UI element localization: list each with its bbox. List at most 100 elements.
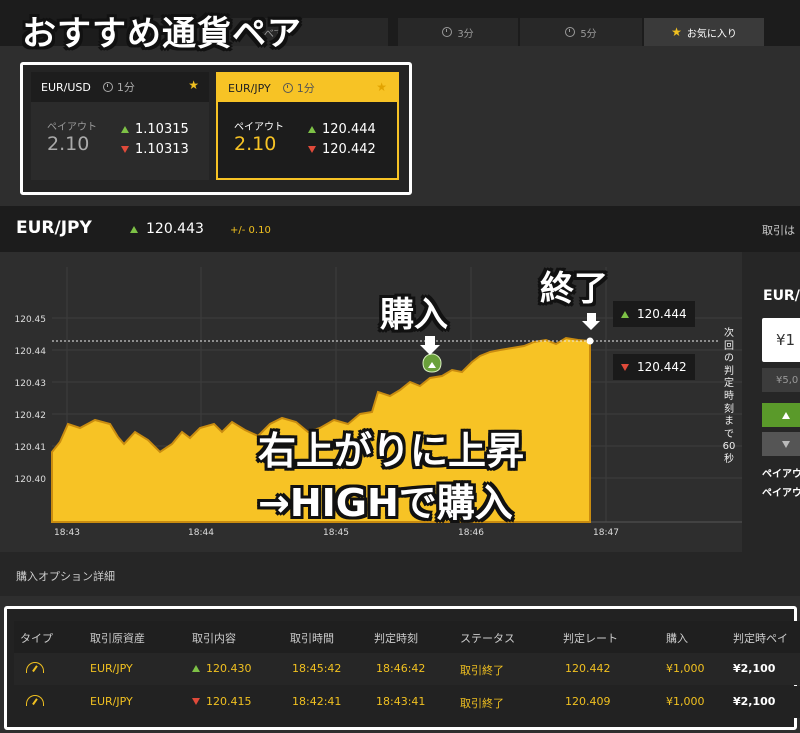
x-tick-label: 18:43 xyxy=(54,528,80,538)
payout-value: 2.10 xyxy=(234,133,277,155)
x-tick-label: 18:46 xyxy=(458,528,484,538)
row-judge-rate: 120.442 xyxy=(565,662,611,675)
row-purchase: ¥1,000 xyxy=(666,662,705,675)
pair-card-eurusd[interactable]: EUR/USD 1分 ★ ペイアウト 2.10 1.10315 1.10313 xyxy=(31,72,209,180)
payout-label: ペイアウト xyxy=(47,122,97,133)
low-button[interactable] xyxy=(762,432,800,456)
current-price-dot xyxy=(586,337,594,345)
col-purchase: 購入 xyxy=(666,632,688,645)
rate-low: 1.10313 xyxy=(135,142,189,157)
y-tick-label: 120.40 xyxy=(15,475,47,485)
tab-3min[interactable]: 3分 xyxy=(398,18,518,46)
star-icon[interactable]: ★ xyxy=(188,78,199,92)
annotation-end: 終了 xyxy=(540,269,608,309)
tab-label: 3分 xyxy=(457,28,474,40)
col-judge-rate: 判定レート xyxy=(563,632,618,645)
row-content-value: 120.430 xyxy=(206,662,252,675)
payout-value: 2.10 xyxy=(47,133,90,155)
col-status: ステータス xyxy=(460,632,515,645)
bid-rate-box: 120.442 xyxy=(613,354,695,380)
row-purchase: ¥1,000 xyxy=(666,695,705,708)
y-tick-label: 120.41 xyxy=(15,443,47,453)
clock-icon xyxy=(282,83,293,93)
current-pair: EUR/JPY xyxy=(16,218,92,238)
row-asset: EUR/JPY xyxy=(90,662,133,675)
col-asset: 取引原資産 xyxy=(90,632,145,645)
down-arrow-icon xyxy=(782,440,790,448)
bid-rate: 120.442 xyxy=(637,360,687,374)
up-arrow-icon xyxy=(782,411,790,419)
up-arrow-icon xyxy=(621,310,629,318)
buy-marker xyxy=(422,353,442,373)
high-button[interactable] xyxy=(762,403,800,427)
y-tick-label: 120.43 xyxy=(15,379,47,389)
rate-high: 1.10315 xyxy=(135,122,189,137)
up-arrow-icon xyxy=(121,126,129,133)
clock-icon xyxy=(565,27,576,37)
row-judge-rate: 120.409 xyxy=(565,695,611,708)
row-payout: ¥2,100 xyxy=(733,662,776,675)
payout-label: ペイアウ xyxy=(762,488,800,499)
rate-high: 120.444 xyxy=(322,122,376,137)
up-arrow-icon xyxy=(192,665,200,672)
annotation-buy: 購入 xyxy=(380,295,448,335)
down-arrow-icon xyxy=(308,146,316,153)
gauge-icon xyxy=(26,695,44,706)
current-rate: 120.443 xyxy=(130,221,204,237)
x-tick-label: 18:45 xyxy=(323,528,349,538)
pair-card-header: EUR/JPY 1分 ★ xyxy=(218,74,397,102)
star-icon: ★ xyxy=(671,25,682,39)
pair-name: EUR/JPY xyxy=(228,81,271,95)
ask-rate-box: 120.444 xyxy=(613,301,695,327)
pair-card-header: EUR/USD 1分 ★ xyxy=(31,72,209,102)
row-content: 120.430 xyxy=(192,662,252,675)
clock-icon xyxy=(102,82,113,92)
up-arrow-icon xyxy=(130,225,138,233)
col-type: タイプ xyxy=(20,632,53,645)
y-tick-label: 120.45 xyxy=(15,315,47,325)
row-judge-time: 18:43:41 xyxy=(376,695,426,708)
row-content-value: 120.415 xyxy=(206,695,252,708)
pair-name: EUR/USD xyxy=(41,80,91,94)
arrow-down-icon xyxy=(420,345,440,355)
details-bar xyxy=(0,552,800,596)
trading-info-label: 取引は xyxy=(762,224,795,237)
pair-time: 1分 xyxy=(296,82,315,95)
x-tick-label: 18:44 xyxy=(188,528,214,538)
row-trade-time: 18:42:41 xyxy=(292,695,342,708)
rate-low: 120.442 xyxy=(322,142,376,157)
row-trade-time: 18:45:42 xyxy=(292,662,342,675)
pair-header-bar xyxy=(0,206,800,252)
amount-input[interactable]: ¥1 xyxy=(762,318,800,362)
tab-label: お気に入り xyxy=(686,28,737,40)
row-content: 120.415 xyxy=(192,695,252,708)
down-arrow-icon xyxy=(621,363,629,371)
row-payout: ¥2,100 xyxy=(733,695,776,708)
col-trade-time: 取引時間 xyxy=(290,632,334,645)
row-asset: EUR/JPY xyxy=(90,695,133,708)
x-axis-ticks: 18:43 18:44 18:45 18:46 18:47 xyxy=(54,528,619,538)
down-arrow-icon xyxy=(121,146,129,153)
payout-label: ペイアウ xyxy=(762,469,800,480)
clock-icon xyxy=(442,27,453,37)
down-arrow-icon xyxy=(192,698,200,705)
col-content: 取引内容 xyxy=(192,632,236,645)
tab-label: 5分 xyxy=(580,28,597,40)
up-arrow-icon xyxy=(308,126,316,133)
order-pair: EUR/ xyxy=(763,288,800,304)
row-status: 取引終了 xyxy=(460,664,504,677)
annotation-trend-line1: 右上がりに上昇 xyxy=(258,429,525,473)
quick-amount-button[interactable]: ¥5,0 xyxy=(762,368,800,392)
pair-card-eurjpy[interactable]: EUR/JPY 1分 ★ ペイアウト 2.10 120.444 120.442 xyxy=(216,72,399,180)
tab-5min[interactable]: 5分 xyxy=(520,18,642,46)
rate-change: +/- 0.10 xyxy=(230,225,271,236)
y-tick-label: 120.42 xyxy=(15,411,47,421)
star-icon[interactable]: ★ xyxy=(376,80,387,94)
next-judgment-countdown: 次回の判定時刻まで60秒 xyxy=(722,328,736,465)
details-title: 購入オプション詳細 xyxy=(16,570,115,583)
x-tick-label: 18:47 xyxy=(593,528,619,538)
row-status: 取引終了 xyxy=(460,697,504,710)
overlay-title: おすすめ通貨ペア xyxy=(22,14,302,54)
y-tick-label: 120.44 xyxy=(15,347,47,357)
tab-favorites[interactable]: ★ お気に入り xyxy=(644,18,764,46)
